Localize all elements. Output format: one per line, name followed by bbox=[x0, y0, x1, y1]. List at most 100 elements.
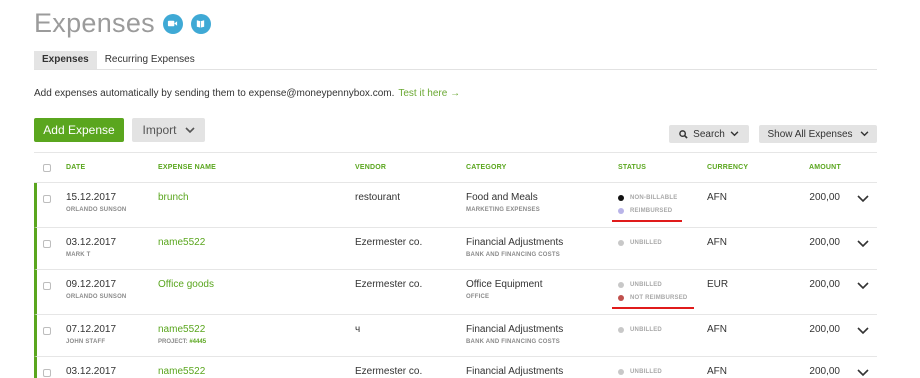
tab-recurring-expenses[interactable]: Recurring Expenses bbox=[97, 51, 203, 69]
search-label: Search bbox=[693, 128, 725, 140]
import-button[interactable]: Import bbox=[132, 118, 205, 142]
row-checkbox[interactable] bbox=[43, 369, 51, 377]
book-icon[interactable] bbox=[190, 13, 211, 34]
row-checkbox[interactable] bbox=[43, 240, 51, 248]
expand-chevron-icon[interactable] bbox=[857, 195, 869, 203]
search-button[interactable]: Search bbox=[669, 125, 749, 143]
row-category: Financial Adjustments bbox=[466, 324, 564, 335]
row-checkbox[interactable] bbox=[43, 282, 51, 290]
chevron-down-icon bbox=[730, 131, 739, 137]
expand-chevron-icon[interactable] bbox=[857, 369, 869, 377]
table-header: DATE EXPENSE NAME VENDOR CATEGORY STATUS… bbox=[34, 153, 877, 183]
title-row: Expenses bbox=[34, 8, 211, 39]
tab-bar: Expenses Recurring Expenses bbox=[34, 51, 877, 70]
row-currency: EUR bbox=[707, 279, 729, 290]
row-currency: AFN bbox=[707, 237, 727, 248]
expenses-table: DATE EXPENSE NAME VENDOR CATEGORY STATUS… bbox=[34, 152, 877, 378]
row-amount: 200,00 bbox=[809, 324, 840, 335]
row-expense-name[interactable]: name5522 bbox=[158, 324, 205, 335]
status-label: UNBILLED bbox=[630, 327, 662, 333]
row-expense-name[interactable]: brunch bbox=[158, 192, 189, 203]
row-expense-name[interactable]: Office goods bbox=[158, 279, 214, 290]
column-status[interactable]: STATUS bbox=[618, 164, 646, 171]
filter-label: Show All Expenses bbox=[767, 128, 853, 140]
status-dot bbox=[618, 208, 624, 214]
status-label: NOT REIMBURSED bbox=[630, 295, 688, 301]
row-currency: AFN bbox=[707, 192, 727, 203]
status-label: UNBILLED bbox=[630, 240, 662, 246]
row-checkbox[interactable] bbox=[43, 195, 51, 203]
status-dot bbox=[618, 327, 624, 333]
row-expense-name[interactable]: name5522 bbox=[158, 366, 205, 377]
chevron-down-icon bbox=[860, 131, 868, 137]
table-row[interactable]: 07.12.2017 JOHN STAFF name5522 PROJECT: … bbox=[34, 315, 877, 357]
column-vendor[interactable]: VENDOR bbox=[355, 164, 386, 171]
row-subcategory: BANK AND FINANCING COSTS bbox=[466, 339, 560, 345]
row-checkbox[interactable] bbox=[43, 327, 51, 335]
tab-expenses[interactable]: Expenses bbox=[34, 51, 97, 69]
column-expense-name[interactable]: EXPENSE NAME bbox=[158, 164, 216, 171]
status-dot bbox=[618, 369, 624, 375]
row-category: Financial Adjustments bbox=[466, 366, 564, 377]
row-amount: 200,00 bbox=[809, 366, 840, 377]
row-user: ORLANDO SUNSON bbox=[66, 294, 127, 300]
row-currency: AFN bbox=[707, 366, 727, 377]
row-date: 03.12.2017 bbox=[66, 366, 117, 377]
row-vendor: Ezermester co. bbox=[355, 366, 423, 377]
import-label: Import bbox=[142, 123, 177, 137]
project-link[interactable]: #4445 bbox=[189, 339, 206, 345]
select-all-checkbox[interactable] bbox=[43, 164, 51, 172]
email-info-text: Add expenses automatically by sending th… bbox=[34, 88, 395, 99]
annotation-underline bbox=[612, 307, 694, 309]
status-dot bbox=[618, 295, 624, 301]
row-date: 15.12.2017 bbox=[66, 192, 117, 203]
row-vendor: Ezermester co. bbox=[355, 237, 423, 248]
table-row[interactable]: 15.12.2017 ORLANDO SUNSON brunch restour… bbox=[34, 183, 877, 228]
column-date[interactable]: DATE bbox=[66, 164, 85, 171]
email-info: Add expenses automatically by sending th… bbox=[34, 88, 460, 99]
status-badge: NOT REIMBURSED bbox=[618, 295, 687, 301]
status-dot bbox=[618, 195, 624, 201]
row-category: Office Equipment bbox=[466, 279, 543, 290]
row-vendor: restourant bbox=[355, 192, 401, 203]
show-all-expenses-dropdown[interactable]: Show All Expenses bbox=[759, 125, 877, 143]
row-amount: 200,00 bbox=[809, 192, 840, 203]
row-date: 09.12.2017 bbox=[66, 279, 117, 290]
status-label: REIMBURSED bbox=[630, 208, 673, 214]
project-label: PROJECT: bbox=[158, 339, 188, 345]
status-label: UNBILLED bbox=[630, 282, 662, 288]
row-subcategory: BANK AND FINANCING COSTS bbox=[466, 252, 560, 258]
status-dot bbox=[618, 282, 624, 288]
row-user: MARK T bbox=[66, 252, 91, 258]
row-currency: AFN bbox=[707, 324, 727, 335]
status-dot bbox=[618, 240, 624, 246]
table-row[interactable]: 03.12.2017 name5522 Ezermester co. Finan… bbox=[34, 357, 877, 378]
column-currency[interactable]: CURRENCY bbox=[707, 164, 748, 171]
table-row[interactable]: 09.12.2017 ORLANDO SUNSON Office goods E… bbox=[34, 270, 877, 315]
row-category: Financial Adjustments bbox=[466, 237, 564, 248]
status-badge: UNBILLED bbox=[618, 282, 662, 288]
row-vendor: ч bbox=[355, 324, 361, 335]
row-project: PROJECT: #4445 bbox=[158, 339, 206, 345]
table-row[interactable]: 03.12.2017 MARK T name5522 Ezermester co… bbox=[34, 228, 877, 270]
status-badge: REIMBURSED bbox=[618, 208, 672, 214]
expand-chevron-icon[interactable] bbox=[857, 240, 869, 248]
row-amount: 200,00 bbox=[809, 237, 840, 248]
expand-chevron-icon[interactable] bbox=[857, 282, 869, 290]
chevron-down-icon bbox=[184, 126, 195, 133]
row-expense-name[interactable]: name5522 bbox=[158, 237, 205, 248]
status-badge: NON-BILLABLE bbox=[618, 195, 677, 201]
status-badge: UNBILLED bbox=[618, 327, 662, 333]
column-category[interactable]: CATEGORY bbox=[466, 164, 507, 171]
status-label: NON-BILLABLE bbox=[630, 195, 678, 201]
test-it-link[interactable]: Test it here → bbox=[398, 88, 460, 99]
row-date: 03.12.2017 bbox=[66, 237, 117, 248]
row-subcategory: MARKETING EXPENSES bbox=[466, 207, 540, 213]
expand-chevron-icon[interactable] bbox=[857, 327, 869, 335]
video-camera-icon[interactable] bbox=[162, 13, 183, 34]
add-expense-button[interactable]: Add Expense bbox=[34, 118, 124, 142]
column-amount[interactable]: AMOUNT bbox=[809, 164, 841, 171]
row-user: ORLANDO SUNSON bbox=[66, 207, 127, 213]
row-category: Food and Meals bbox=[466, 192, 538, 203]
search-icon bbox=[679, 129, 688, 139]
